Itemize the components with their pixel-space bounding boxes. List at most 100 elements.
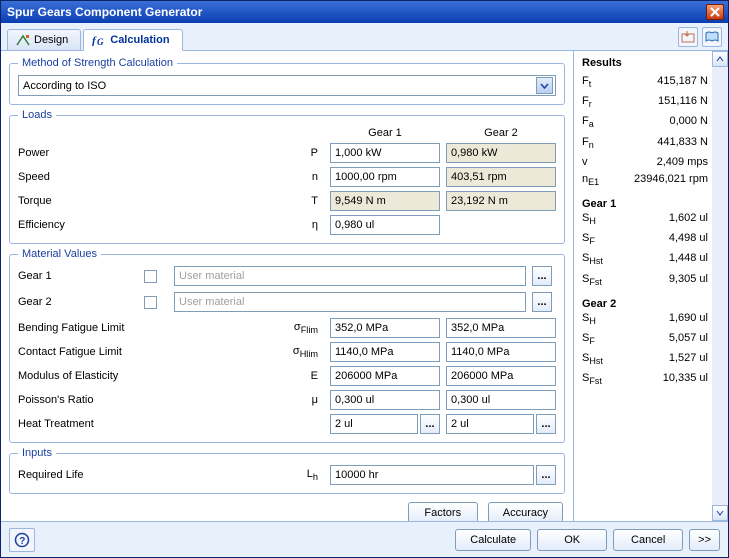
accuracy-button[interactable]: Accuracy [488, 502, 563, 521]
loads-gear1-header: Gear 1 [330, 127, 440, 139]
gear1-material-input[interactable]: User material [174, 266, 526, 286]
efficiency-label: Efficiency [18, 219, 238, 231]
close-icon[interactable] [706, 4, 724, 20]
speed-g2-output: 403,51 rpm [446, 167, 556, 187]
result-Fa-label: Fa [582, 113, 594, 133]
heat-label: Heat Treatment [18, 418, 238, 430]
tab-design[interactable]: Design [7, 29, 81, 50]
power-g1-input[interactable]: 1,000 kW [330, 143, 440, 163]
calculate-button[interactable]: Calculate [455, 529, 531, 551]
power-symbol: P [244, 147, 324, 159]
gear2-user-checkbox[interactable] [144, 296, 157, 309]
results-gear1-title: Gear 1 [582, 195, 728, 210]
result-Fn: 441,833 N [657, 134, 708, 154]
g1-SFst-label: SFst [582, 271, 602, 291]
speed-label: Speed [18, 171, 238, 183]
material-legend: Material Values [18, 248, 101, 260]
ok-button[interactable]: OK [537, 529, 607, 551]
g1-SH: 1,602 ul [669, 210, 708, 230]
g2-SFst-label: SFst [582, 370, 602, 390]
svg-text:?: ? [19, 536, 25, 547]
help-icon[interactable]: ? [9, 528, 35, 552]
bottom-bar: ? Calculate OK Cancel >> [1, 521, 728, 557]
g2-SF: 5,057 ul [669, 330, 708, 350]
loads-gear2-header: Gear 2 [446, 127, 556, 139]
open-book-icon[interactable] [702, 27, 722, 47]
bending-g1-input[interactable]: 352,0 MPa [330, 318, 440, 338]
modulus-symbol: E [244, 370, 324, 382]
heat-g2-input[interactable]: 2 ul [446, 414, 534, 434]
result-Fa: 0,000 N [669, 113, 708, 133]
tab-calculation[interactable]: fG Calculation [83, 29, 182, 51]
bending-label: Bending Fatigue Limit [18, 322, 238, 334]
material-gear2-label: Gear 2 [18, 296, 138, 308]
inputs-legend: Inputs [18, 447, 56, 459]
import-icon[interactable] [678, 27, 698, 47]
heat-g1-browse[interactable]: ... [420, 414, 440, 434]
scroll-down-icon[interactable] [712, 505, 728, 521]
poisson-label: Poisson's Ratio [18, 394, 238, 406]
result-nE1-label: nE1 [582, 171, 599, 191]
window-title: Spur Gears Component Generator [7, 5, 202, 19]
result-Ft-label: Ft [582, 73, 591, 93]
result-nE1: 23946,021 rpm [634, 171, 708, 191]
result-Ft: 415,187 N [657, 73, 708, 93]
scroll-up-icon[interactable] [712, 51, 728, 67]
bending-symbol: σFlim [244, 321, 324, 335]
tab-design-label: Design [34, 34, 68, 46]
bending-g2-input[interactable]: 352,0 MPa [446, 318, 556, 338]
factors-button[interactable]: Factors [408, 502, 478, 521]
g1-SF: 4,498 ul [669, 230, 708, 250]
content-body: Method of Strength Calculation According… [1, 51, 728, 521]
cancel-button[interactable]: Cancel [613, 529, 683, 551]
g1-SF-label: SF [582, 230, 595, 250]
svg-text:G: G [97, 37, 104, 46]
method-legend: Method of Strength Calculation [18, 57, 177, 69]
torque-symbol: T [244, 195, 324, 207]
gear2-material-browse[interactable]: ... [532, 292, 552, 312]
power-label: Power [18, 147, 238, 159]
poisson-g1-input[interactable]: 0,300 ul [330, 390, 440, 410]
gear1-user-checkbox[interactable] [144, 270, 157, 283]
inputs-fieldset: Inputs Required Life Lh 10000 hr ... [9, 447, 565, 494]
poisson-symbol: μ [244, 394, 324, 406]
efficiency-input[interactable]: 0,980 ul [330, 215, 440, 235]
results-title: Results [582, 57, 728, 69]
material-gear1-label: Gear 1 [18, 270, 138, 282]
g1-SFst: 9,305 ul [669, 271, 708, 291]
method-dropdown[interactable]: According to ISO [18, 75, 556, 96]
calculation-icon: fG [92, 34, 106, 46]
results-scrollbar[interactable] [712, 51, 728, 521]
results-gear2-title: Gear 2 [582, 295, 728, 310]
speed-symbol: n [244, 171, 324, 183]
req-life-browse[interactable]: ... [536, 465, 556, 485]
modulus-g2-input[interactable]: 206000 MPa [446, 366, 556, 386]
torque-g1-output: 9,549 N m [330, 191, 440, 211]
speed-g1-input[interactable]: 1000,00 rpm [330, 167, 440, 187]
g2-SHst: 1,527 ul [669, 350, 708, 370]
poisson-g2-input[interactable]: 0,300 ul [446, 390, 556, 410]
g2-SH: 1,690 ul [669, 310, 708, 330]
material-fieldset: Material Values Gear 1 User material ...… [9, 248, 565, 443]
more-button[interactable]: >> [689, 529, 720, 551]
heat-g2-browse[interactable]: ... [536, 414, 556, 434]
design-icon [16, 34, 30, 46]
power-g2-output: 0,980 kW [446, 143, 556, 163]
gear1-material-browse[interactable]: ... [532, 266, 552, 286]
result-Fr-label: Fr [582, 93, 592, 113]
g2-SFst: 10,335 ul [663, 370, 708, 390]
contact-g1-input[interactable]: 1140,0 MPa [330, 342, 440, 362]
spur-gears-window: Spur Gears Component Generator Design fG… [0, 0, 729, 558]
loads-legend: Loads [18, 109, 56, 121]
req-life-input[interactable]: 10000 hr [330, 465, 534, 485]
heat-g1-input[interactable]: 2 ul [330, 414, 418, 434]
result-v-label: v [582, 154, 588, 171]
gear2-material-input[interactable]: User material [174, 292, 526, 312]
tab-bar: Design fG Calculation [1, 23, 728, 51]
tab-calculation-label: Calculation [110, 34, 169, 46]
modulus-g1-input[interactable]: 206000 MPa [330, 366, 440, 386]
method-fieldset: Method of Strength Calculation According… [9, 57, 565, 105]
contact-g2-input[interactable]: 1140,0 MPa [446, 342, 556, 362]
method-value: According to ISO [23, 80, 106, 92]
contact-label: Contact Fatigue Limit [18, 346, 238, 358]
